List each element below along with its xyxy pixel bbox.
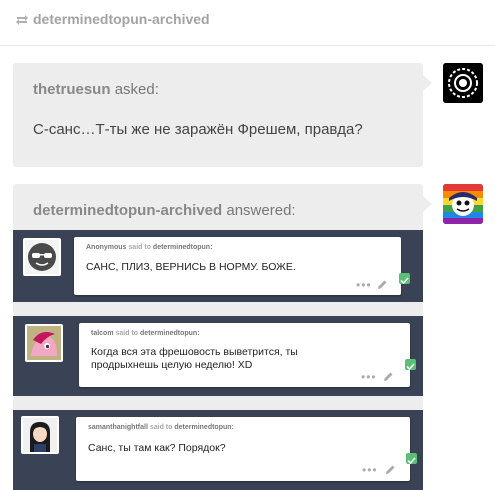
message-1-recipient: determinedtopun: (152, 244, 213, 251)
checkmark-icon[interactable] (405, 359, 416, 371)
message-3-text: Санс, ты там как? Порядок? (88, 442, 226, 454)
reblogger-username[interactable]: determinedtopun-archived (33, 11, 210, 27)
pencil-icon[interactable] (384, 464, 396, 476)
message-card-3: samanthanightfall said to determinedtopu… (76, 417, 417, 481)
message-1-text: САНС, ПЛИЗ, ВЕРНИСЬ В НОРМУ. БОЖЕ. (86, 261, 296, 273)
message-3-recipient: determinedtopun: (174, 424, 234, 431)
asked-label: asked: (114, 81, 159, 98)
message-3-said-to: said to (149, 424, 173, 431)
message-3-header: samanthanightfall said to determinedtopu… (88, 424, 234, 431)
anonymous-avatar (23, 238, 61, 276)
answered-label: answered: (226, 202, 296, 219)
asker-line: thetruesun asked: (33, 81, 159, 98)
ask-bubble: thetruesun asked: С-санс…Т-ты же не зара… (13, 63, 423, 167)
message-panel-1: Anonymous said to determinedtopun: САНС,… (13, 230, 423, 302)
answer-bubble-tail (423, 196, 432, 212)
message-2-recipient: determinedtopun: (140, 330, 200, 337)
more-dots-icon[interactable]: ••• (361, 370, 377, 384)
message-card-1: Anonymous said to determinedtopun: САНС,… (74, 237, 410, 295)
post-header: determinedtopun-archived (0, 0, 495, 46)
message-2-header: talcom said to determinedtopun: (91, 330, 200, 337)
more-dots-icon[interactable]: ••• (362, 463, 378, 477)
message-1-sender[interactable]: Anonymous (86, 244, 126, 251)
girl-avatar-icon (23, 418, 57, 452)
message-1-said-to: said to (128, 244, 151, 251)
message-panel-2: talcom said to determinedtopun: Когда вс… (13, 316, 423, 396)
answerer-username[interactable]: determinedtopun-archived (33, 202, 222, 219)
message-2-text: Когда вся эта фрешовость выветрится, ты … (91, 346, 298, 371)
asker-avatar[interactable] (443, 63, 483, 103)
message-2-said-to: said to (115, 330, 139, 337)
message-2-sender[interactable]: talcom (91, 330, 114, 337)
pony-avatar-icon (27, 326, 61, 360)
question-text: С-санс…Т-ты же не заражён Фрешем, правда… (33, 121, 363, 138)
message-3-sender[interactable]: samanthanightfall (88, 424, 148, 431)
sun-avatar-icon (443, 63, 483, 103)
answerer-line: determinedtopun-archived answered: (33, 202, 296, 219)
checkmark-icon[interactable] (399, 273, 410, 285)
pencil-icon[interactable] (382, 371, 394, 383)
message-1-header: Anonymous said to determinedtopun: (86, 244, 212, 251)
ask-bubble-tail (423, 75, 432, 91)
message-panel-3: samanthanightfall said to determinedtopu… (13, 410, 423, 490)
rainbow-skull-avatar-icon (443, 184, 483, 224)
anonymous-sunglasses-icon (25, 240, 59, 274)
reblog-icon[interactable] (14, 12, 30, 28)
checkmark-icon[interactable] (406, 453, 417, 465)
asker-username[interactable]: thetruesun (33, 81, 111, 98)
answerer-avatar[interactable] (443, 184, 483, 224)
more-dots-icon[interactable]: ••• (356, 278, 372, 292)
talcom-avatar (25, 324, 63, 362)
pencil-icon[interactable] (376, 279, 388, 291)
samanthanightfall-avatar (21, 416, 59, 454)
message-card-2: talcom said to determinedtopun: Когда вс… (79, 323, 416, 387)
